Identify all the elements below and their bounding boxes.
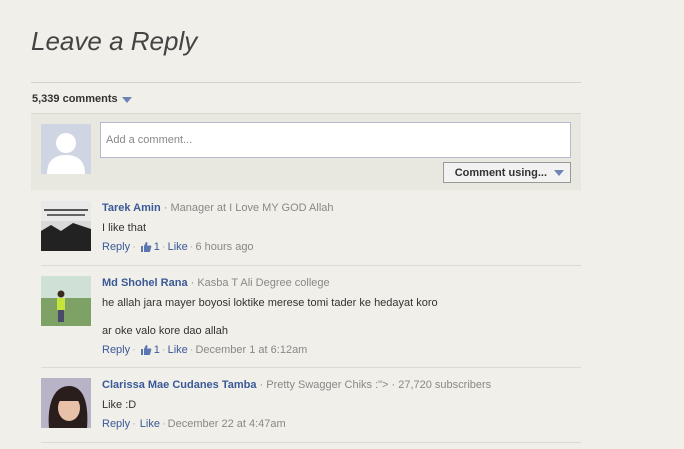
default-avatar [41, 124, 91, 174]
like-link[interactable]: Like [168, 240, 188, 254]
divider [31, 82, 581, 83]
caret-down-icon[interactable] [121, 96, 132, 103]
divider [41, 442, 581, 443]
commenter-subtitle: · Kasba T Ali Degree college [187, 277, 330, 289]
timestamp[interactable]: 6 hours ago [195, 240, 253, 254]
comment-text: I like that [102, 222, 147, 234]
thumbs-up-icon [140, 241, 152, 253]
divider [41, 367, 581, 368]
page-title: Leave a Reply [31, 26, 198, 56]
commenter-subtitle: · Pretty Swagger Chiks :"> · 27,720 subs… [256, 379, 492, 391]
dropdown-arrow-icon [554, 169, 564, 176]
avatar[interactable] [41, 201, 91, 251]
commenter-name[interactable]: Clarissa Mae Cudanes Tamba [102, 379, 256, 391]
thumbs-up-icon [140, 344, 152, 356]
comment-composer: Comment using... [31, 113, 581, 190]
reply-link[interactable]: Reply [102, 417, 130, 431]
comment-text: Like :D [102, 399, 137, 411]
like-link[interactable]: Like [168, 343, 188, 357]
comment-using-button[interactable]: Comment using... [443, 162, 571, 183]
like-count[interactable]: 1 [154, 240, 160, 254]
commenter-name[interactable]: Tarek Amin [102, 202, 161, 214]
like-link[interactable]: Like [140, 417, 160, 431]
comment-text: he allah jara mayer boyosi loktike meres… [102, 297, 438, 309]
avatar[interactable] [41, 378, 91, 428]
like-count[interactable]: 1 [154, 343, 160, 357]
commenter-name[interactable]: Md Shohel Rana [102, 277, 188, 289]
commenter-subtitle: · Manager at I Love MY GOD Allah [160, 202, 334, 214]
reply-link[interactable]: Reply [102, 343, 130, 357]
comment-text: ar oke valo kore dao allah [102, 325, 228, 337]
comment-count-sort[interactable]: 5,339 comments [32, 93, 132, 105]
comment-input[interactable] [100, 122, 571, 158]
reply-link[interactable]: Reply [102, 240, 130, 254]
timestamp[interactable]: December 22 at 4:47am [168, 417, 286, 431]
timestamp[interactable]: December 1 at 6:12am [195, 343, 307, 357]
comment-using-label: Comment using... [454, 166, 547, 179]
divider [41, 265, 581, 266]
comment-count: 5,339 comments [32, 93, 118, 105]
avatar[interactable] [41, 276, 91, 326]
